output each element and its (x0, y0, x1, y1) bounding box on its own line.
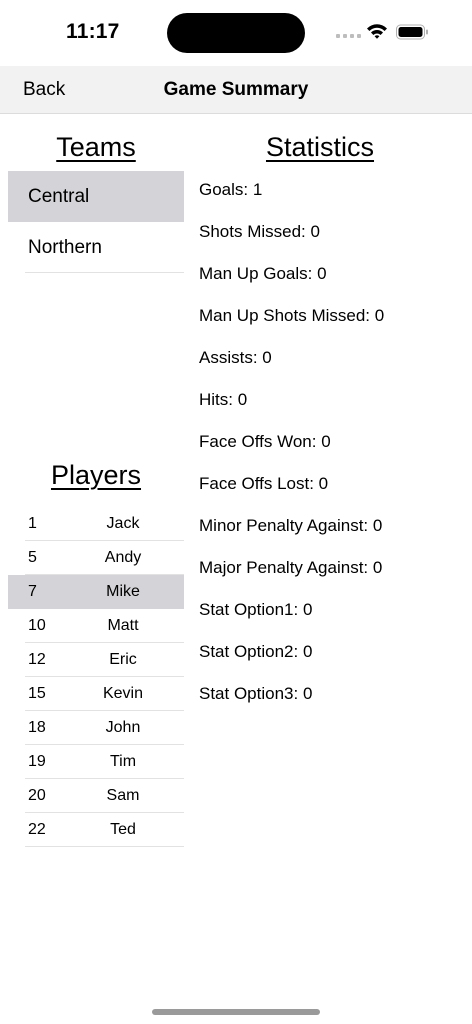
player-row[interactable]: 7 Mike (8, 575, 184, 609)
player-name: John (105, 719, 141, 736)
page-title: Game Summary (163, 79, 309, 100)
team-name: Northern (28, 237, 102, 258)
player-name: Ted (110, 821, 136, 838)
stat-man-up-shots-missed: Man Up Shots Missed: 0 (199, 306, 385, 325)
player-number: 5 (28, 549, 37, 566)
player-row[interactable]: 20 Sam (8, 779, 184, 813)
stat-goals: Goals: 1 (199, 180, 263, 199)
status-bar: 11:17 (0, 0, 472, 66)
player-number: 15 (28, 685, 46, 702)
player-name: Matt (107, 617, 139, 634)
navigation-bar: Back Game Summary (0, 66, 472, 114)
player-number: 12 (28, 651, 46, 668)
player-name: Eric (109, 651, 137, 668)
player-number: 19 (28, 753, 46, 770)
player-list: 1 Jack 5 Andy 7 Mike 10 Matt 12 Eric 15 … (8, 507, 184, 847)
statistics-list: Goals: 1 Shots Missed: 0 Man Up Goals: 0… (199, 176, 459, 722)
screen: 11:17 Back Game Summary Teams Statistics… (0, 0, 472, 1024)
player-number: 20 (28, 787, 46, 804)
stat-minor-penalty-against: Minor Penalty Against: 0 (199, 516, 383, 535)
stat-option-3: Stat Option3: 0 (199, 684, 313, 703)
battery-icon (396, 24, 428, 40)
stat-shots-missed: Shots Missed: 0 (199, 222, 320, 241)
team-row[interactable]: Central (8, 171, 184, 222)
players-heading: Players (50, 460, 142, 490)
player-name: Andy (104, 549, 142, 566)
player-row[interactable]: 22 Ted (8, 813, 184, 847)
player-name: Sam (106, 787, 140, 804)
player-row[interactable]: 5 Andy (8, 541, 184, 575)
player-row[interactable]: 10 Matt (8, 609, 184, 643)
team-row[interactable]: Northern (8, 222, 184, 273)
cellular-signal-icon (336, 34, 361, 38)
stat-face-offs-lost: Face Offs Lost: 0 (199, 474, 329, 493)
player-number: 10 (28, 617, 46, 634)
player-row[interactable]: 19 Tim (8, 745, 184, 779)
player-row[interactable]: 12 Eric (8, 643, 184, 677)
statistics-heading: Statistics (265, 132, 375, 162)
player-row[interactable]: 1 Jack (8, 507, 184, 541)
stat-assists: Assists: 0 (199, 348, 272, 367)
stat-face-offs-won: Face Offs Won: 0 (199, 432, 331, 451)
player-number: 22 (28, 821, 46, 838)
player-number: 18 (28, 719, 46, 736)
home-indicator[interactable] (152, 1009, 320, 1015)
player-row[interactable]: 18 John (8, 711, 184, 745)
teams-heading: Teams (56, 132, 136, 162)
stat-hits: Hits: 0 (199, 390, 248, 409)
player-number: 1 (28, 515, 37, 532)
player-name: Jack (106, 515, 140, 532)
player-name: Mike (106, 583, 140, 600)
stat-major-penalty-against: Major Penalty Against: 0 (199, 558, 383, 577)
player-number: 7 (28, 583, 37, 600)
status-time: 11:17 (66, 20, 120, 43)
stat-man-up-goals: Man Up Goals: 0 (199, 264, 327, 283)
dynamic-island (167, 13, 305, 53)
wifi-icon (367, 24, 387, 39)
player-row[interactable]: 15 Kevin (8, 677, 184, 711)
player-name: Kevin (102, 685, 144, 702)
team-list: Central Northern (8, 171, 184, 273)
player-name: Tim (109, 753, 137, 770)
stat-option-1: Stat Option1: 0 (199, 600, 313, 619)
team-name: Central (28, 186, 90, 207)
stat-option-2: Stat Option2: 0 (199, 642, 313, 661)
